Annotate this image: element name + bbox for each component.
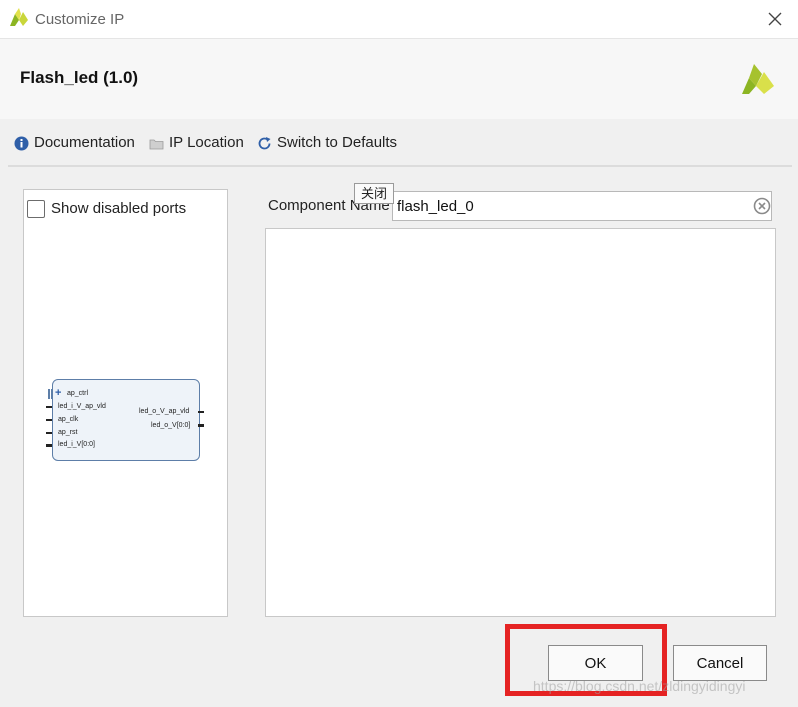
ip-location-button[interactable]: IP Location [149, 133, 249, 153]
port-label: ap_rst [58, 429, 78, 436]
ip-location-label: IP Location [169, 134, 244, 151]
port-pin [46, 432, 52, 434]
expand-plus-icon[interactable]: + [55, 388, 61, 399]
documentation-button[interactable]: Documentation [14, 133, 139, 153]
switch-to-defaults-button[interactable]: Switch to Defaults [257, 133, 402, 153]
toolbar-divider [8, 165, 792, 167]
cancel-button[interactable]: Cancel [673, 645, 767, 681]
port-pin [46, 444, 52, 447]
xilinx-logo-icon [10, 8, 28, 26]
component-name-input[interactable] [392, 191, 772, 221]
configuration-panel [265, 228, 776, 617]
port-label: led_o_V_ap_vld [139, 408, 190, 415]
bus-bracket [48, 389, 50, 399]
documentation-label: Documentation [34, 134, 135, 151]
port-pin [198, 424, 204, 427]
ip-title: Flash_led (1.0) [20, 68, 139, 87]
port-pin [46, 406, 52, 408]
clear-icon[interactable] [753, 197, 771, 215]
info-icon [14, 136, 29, 151]
show-disabled-ports-checkbox[interactable]: Show disabled ports [27, 199, 217, 219]
close-tooltip: 关闭 [354, 183, 394, 204]
port-label: ap_ctrl [67, 390, 89, 397]
port-label: led_i_V[0:0] [58, 441, 95, 448]
folder-icon [149, 139, 164, 150]
port-pin [46, 419, 52, 421]
watermark: https://blog.csdn.net/zldingyidingyi [533, 678, 746, 694]
title-bar: Customize IP [0, 0, 798, 39]
switch-to-defaults-label: Switch to Defaults [277, 134, 398, 151]
refresh-icon [258, 137, 271, 150]
port-label: ap_clk [58, 416, 79, 423]
port-label: led_i_V_ap_vld [58, 403, 106, 410]
show-disabled-ports-label: Show disabled ports [51, 200, 187, 217]
xilinx-logo-icon [742, 64, 774, 94]
window-title: Customize IP [35, 11, 125, 28]
close-icon[interactable] [764, 8, 786, 30]
port-label: led_o_V[0:0] [151, 422, 191, 429]
port-pin [198, 411, 204, 413]
checkbox-box[interactable] [27, 200, 45, 218]
bus-bracket [51, 389, 52, 399]
